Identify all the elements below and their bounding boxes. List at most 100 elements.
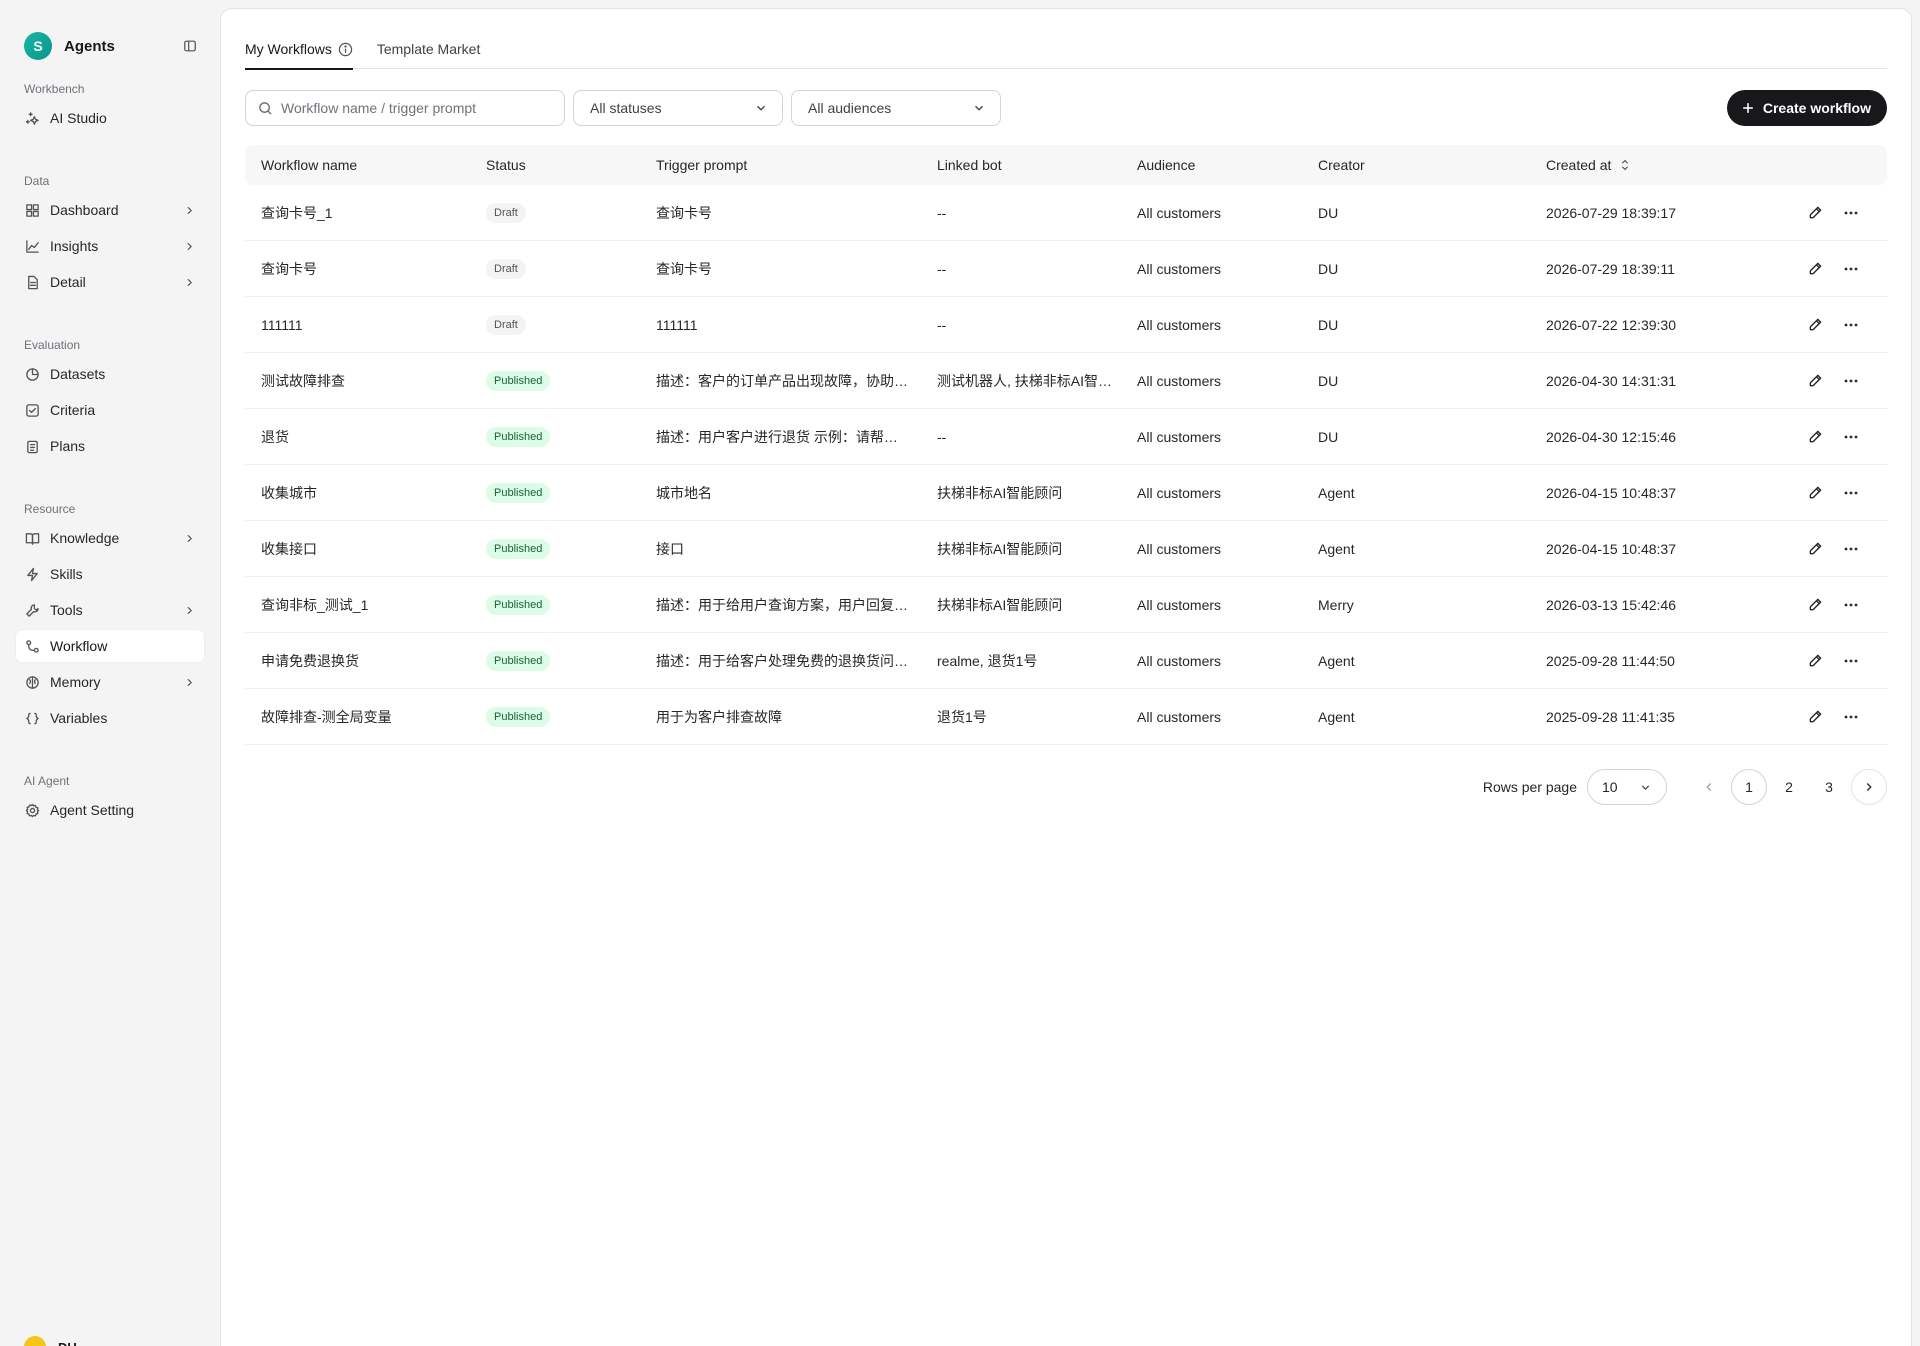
workflow-name: 测试故障排查	[261, 372, 345, 389]
audience-filter-select[interactable]: All audiences	[791, 90, 1001, 126]
table-row[interactable]: 收集接口 Published 接口 扶梯非标AI智能顾问 All customers Ag…	[245, 521, 1887, 577]
edit-icon[interactable]	[1803, 201, 1827, 225]
more-icon[interactable]	[1839, 537, 1863, 561]
creator: Agent	[1318, 484, 1355, 501]
workflow-name: 查询卡号_1	[261, 204, 333, 221]
braces-icon	[24, 710, 40, 726]
more-icon[interactable]	[1839, 649, 1863, 673]
audience: All customers	[1137, 708, 1222, 725]
sidebar-item-variables[interactable]: Variables	[16, 702, 204, 734]
status-badge: Published	[486, 650, 551, 671]
more-icon[interactable]	[1839, 593, 1863, 617]
more-icon[interactable]	[1839, 425, 1863, 449]
search-box[interactable]	[245, 90, 565, 126]
sidebar-item-insights[interactable]: Insights	[16, 230, 204, 262]
search-input[interactable]	[281, 100, 541, 116]
sidebar-item-ai-studio[interactable]: AI Studio	[16, 102, 204, 134]
status-badge: Draft	[486, 314, 526, 335]
table-row[interactable]: 查询卡号 Draft 查询卡号 -- All customers DU 2026-07-29…	[245, 241, 1887, 297]
edit-icon[interactable]	[1803, 593, 1827, 617]
table-row[interactable]: 退货 Published 描述：用户客户进行退货 示例：请帮… -- All custo…	[245, 409, 1887, 465]
chevron-down-icon	[972, 101, 986, 115]
table-body: 查询卡号_1 Draft 查询卡号 -- All customers DU 2026-07-…	[245, 185, 1887, 745]
table-row[interactable]: 收集城市 Published 城市地名 扶梯非标AI智能顾问 All customers…	[245, 465, 1887, 521]
audience: All customers	[1137, 540, 1222, 557]
chevron-right-icon	[1862, 780, 1876, 794]
sidebar-item-label: Insights	[50, 238, 99, 254]
creator: DU	[1318, 316, 1339, 333]
sidebar-item-knowledge[interactable]: Knowledge	[16, 522, 204, 554]
sidebar-item-datasets[interactable]: Datasets	[16, 358, 204, 390]
edit-icon[interactable]	[1803, 313, 1827, 337]
workflow-name: 查询卡号	[261, 260, 317, 277]
edit-icon[interactable]	[1803, 705, 1827, 729]
sidebar-item-memory[interactable]: Memory	[16, 666, 204, 698]
sort-icon[interactable]	[1619, 158, 1631, 172]
audience: All customers	[1137, 372, 1222, 389]
sidebar-item-detail[interactable]: Detail	[16, 266, 204, 298]
created-at: 2026-04-30 14:31:31	[1546, 372, 1676, 389]
create-workflow-button[interactable]: Create workflow	[1726, 90, 1887, 126]
info-icon[interactable]	[338, 42, 353, 57]
workflow-name: 退货	[261, 428, 289, 445]
nav-section-title: Resource	[24, 502, 76, 516]
file-icon	[24, 274, 40, 290]
workflow-table: Workflow name Status Trigger prompt Link…	[245, 145, 1887, 745]
sidebar-item-tools[interactable]: Tools	[16, 594, 204, 626]
table-row[interactable]: 测试故障排查 Published 描述：客户的订单产品出现故障，协助… 测试机器人, …	[245, 353, 1887, 409]
more-icon[interactable]	[1839, 201, 1863, 225]
edit-icon[interactable]	[1803, 537, 1827, 561]
linked-bot: 扶梯非标AI智能顾问	[937, 596, 1063, 613]
audience: All customers	[1137, 316, 1222, 333]
chevron-right-icon	[182, 239, 196, 253]
creator: DU	[1318, 428, 1339, 445]
row-actions	[1787, 257, 1887, 281]
sidebar-toggle-icon[interactable]	[180, 36, 200, 56]
row-actions	[1787, 705, 1887, 729]
table-row[interactable]: 申请免费退换货 Published 描述：用于给客户处理免费的退换货问… realme…	[245, 633, 1887, 689]
edit-icon[interactable]	[1803, 369, 1827, 393]
created-at: 2026-04-15 10:48:37	[1546, 484, 1676, 501]
audience: All customers	[1137, 260, 1222, 277]
edit-icon[interactable]	[1803, 257, 1827, 281]
linked-bot: --	[937, 428, 947, 445]
rows-per-page-value: 10	[1602, 779, 1618, 795]
sidebar-item-label: Dashboard	[50, 202, 119, 218]
more-icon[interactable]	[1839, 369, 1863, 393]
gear-icon	[24, 802, 40, 818]
more-icon[interactable]	[1839, 313, 1863, 337]
edit-icon[interactable]	[1803, 425, 1827, 449]
edit-icon[interactable]	[1803, 649, 1827, 673]
prev-page-button[interactable]	[1691, 769, 1727, 805]
row-actions	[1787, 649, 1887, 673]
sidebar-item-agent-setting[interactable]: Agent Setting	[16, 794, 204, 826]
page-button-3[interactable]: 3	[1811, 769, 1847, 805]
sidebar-item-dashboard[interactable]: Dashboard	[16, 194, 204, 226]
audience-filter-value: All audiences	[808, 100, 892, 116]
sidebar-item-workflow[interactable]: Workflow	[16, 630, 204, 662]
table-row[interactable]: 查询非标_测试_1 Published 描述：用于给用户查询方案，用户回复… 扶梯非标…	[245, 577, 1887, 633]
more-icon[interactable]	[1839, 257, 1863, 281]
next-page-button[interactable]	[1851, 769, 1887, 805]
status-cell: Published	[486, 482, 656, 503]
table-row[interactable]: 查询卡号_1 Draft 查询卡号 -- All customers DU 2026-07-…	[245, 185, 1887, 241]
page-button-1[interactable]: 1	[1731, 769, 1767, 805]
status-filter-select[interactable]: All statuses	[573, 90, 783, 126]
sidebar-item-skills[interactable]: Skills	[16, 558, 204, 590]
status-cell: Published	[486, 650, 656, 671]
header-created-at[interactable]: Created at	[1546, 157, 1787, 173]
sidebar-item-plans[interactable]: Plans	[16, 430, 204, 462]
table-row[interactable]: 故障排查-测全局变量 Published 用于为客户排查故障 退货1号 All cust…	[245, 689, 1887, 745]
edit-icon[interactable]	[1803, 481, 1827, 505]
more-icon[interactable]	[1839, 705, 1863, 729]
rows-per-page-select[interactable]: 10	[1587, 769, 1667, 805]
user-footer[interactable]: DU	[24, 1336, 77, 1346]
tab-template-market[interactable]: Template Market	[377, 29, 480, 69]
creator: DU	[1318, 372, 1339, 389]
page-button-2[interactable]: 2	[1771, 769, 1807, 805]
tab-my-workflows[interactable]: My Workflows	[245, 29, 353, 70]
creator: Agent	[1318, 708, 1355, 725]
table-row[interactable]: 111111 Draft 111111 -- All customers DU 2026-0…	[245, 297, 1887, 353]
sidebar-item-criteria[interactable]: Criteria	[16, 394, 204, 426]
more-icon[interactable]	[1839, 481, 1863, 505]
